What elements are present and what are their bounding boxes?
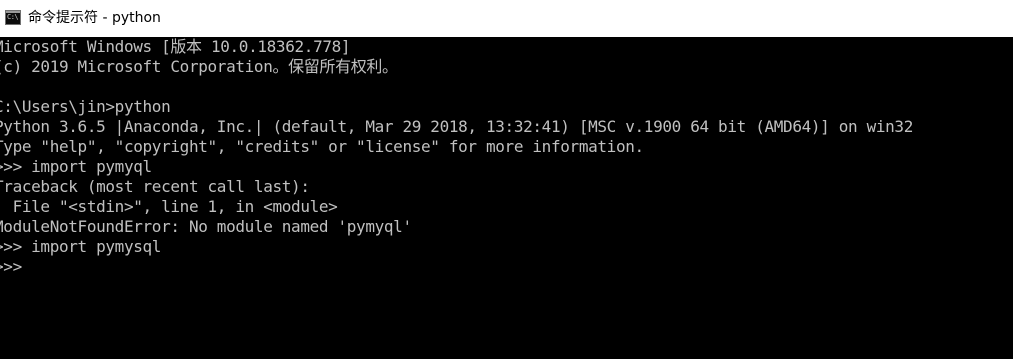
console-line: >>> import pymyql xyxy=(0,157,152,176)
console-line: ModuleNotFoundError: No module named 'py… xyxy=(0,217,412,236)
window-title: 命令提示符 - python xyxy=(28,10,161,26)
console-line: (c) 2019 Microsoft Corporation。保留所有权利。 xyxy=(0,57,398,76)
console-line: Traceback (most recent call last): xyxy=(0,177,310,196)
console-prompt[interactable]: >>> xyxy=(0,257,31,277)
console-output[interactable]: Microsoft Windows [版本 10.0.18362.778] (c… xyxy=(0,37,1013,359)
console-line: C:\Users\jin>python xyxy=(0,97,171,116)
console-line: File "<stdin>", line 1, in <module> xyxy=(0,197,338,216)
icon-prompt-glyph: C:\ xyxy=(7,13,19,21)
console-line: Microsoft Windows [版本 10.0.18362.778] xyxy=(0,37,351,56)
console-line: >>> import pymysql xyxy=(0,237,162,256)
command-prompt-icon[interactable]: C:\ xyxy=(5,10,21,25)
console-line: Python 3.6.5 |Anaconda, Inc.| (default, … xyxy=(0,117,913,136)
console-line: Type "help", "copyright", "credits" or "… xyxy=(0,137,644,156)
title-bar[interactable]: C:\ 命令提示符 - python xyxy=(0,0,1013,37)
